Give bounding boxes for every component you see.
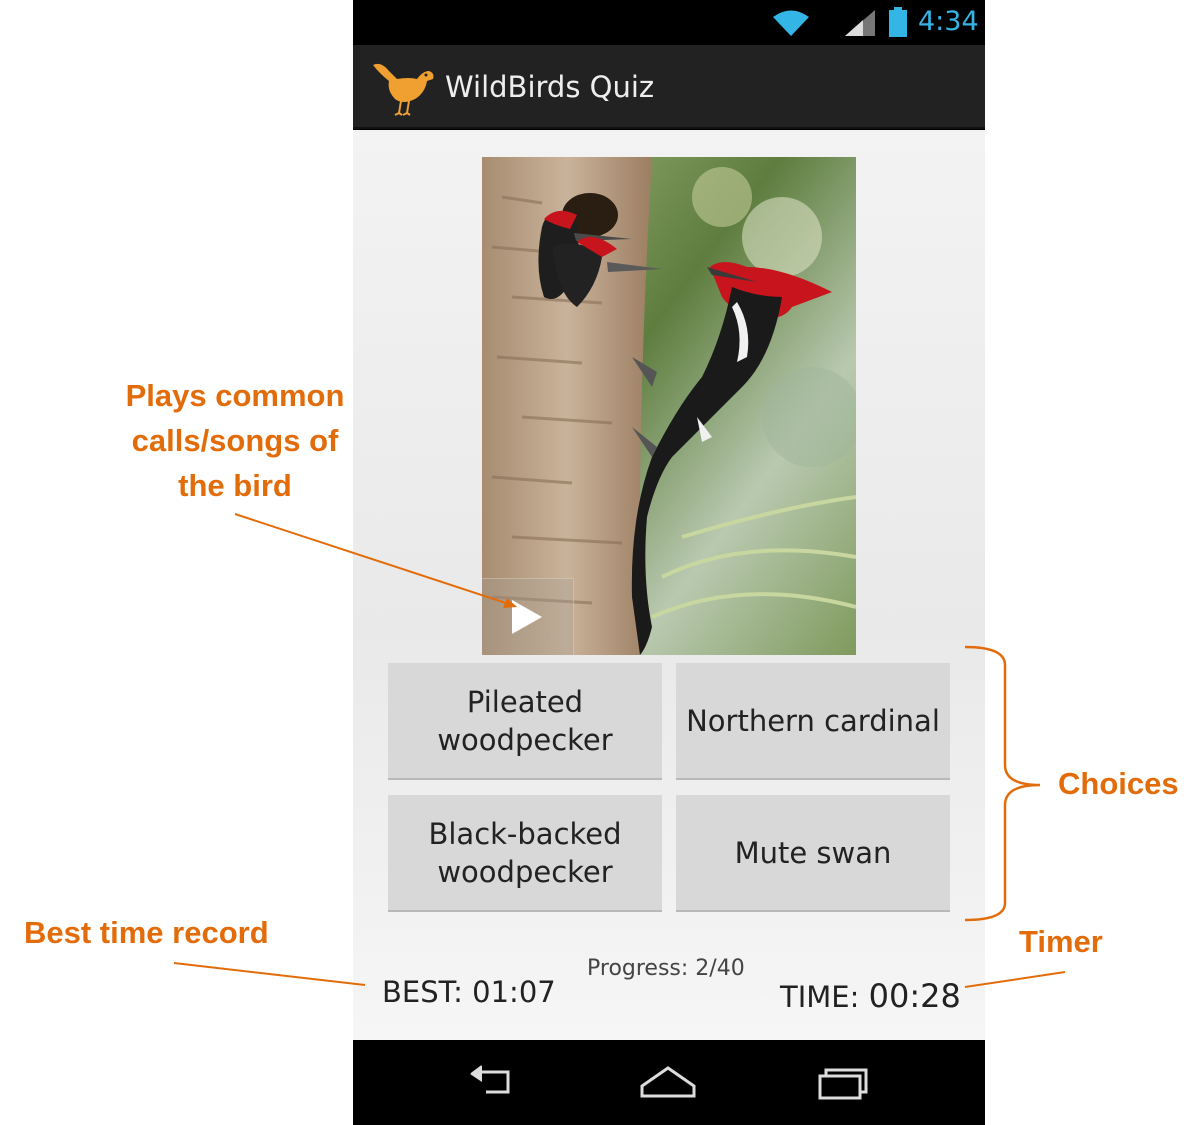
recent-apps-icon[interactable]: [814, 1062, 874, 1102]
clock: 4:34: [918, 6, 979, 37]
time-label: TIME:: [780, 980, 860, 1014]
choice-button-2[interactable]: Northern cardinal: [676, 663, 950, 780]
progress-text: Progress: 2/40: [587, 956, 745, 981]
signal-icon: [845, 10, 875, 36]
best-value: 01:07: [472, 975, 556, 1009]
annotation-plays: Plays common calls/songs of the bird: [125, 378, 345, 503]
choice-button-4[interactable]: Mute swan: [676, 795, 950, 912]
best-label: BEST:: [382, 975, 463, 1009]
home-icon[interactable]: [638, 1062, 698, 1102]
annotation-timer: Timer: [1019, 924, 1103, 959]
annotation-choices: Choices: [1058, 766, 1179, 801]
app-title: WildBirds Quiz: [445, 70, 655, 104]
back-icon[interactable]: [464, 1062, 524, 1102]
choice-button-3[interactable]: Black-backed woodpecker: [388, 795, 662, 912]
status-bar: 4:34: [353, 0, 985, 45]
bird-logo-icon: [373, 63, 434, 116]
action-bar: WildBirds Quiz: [353, 45, 985, 129]
time-value: 00:28: [868, 977, 961, 1015]
timer: TIME: 00:28: [780, 977, 961, 1015]
annotation-best: Best time record: [24, 915, 269, 950]
play-icon: [512, 600, 542, 634]
play-sound-button[interactable]: [482, 578, 574, 655]
best-pointer-line: [173, 962, 366, 986]
choice-button-1[interactable]: Pileated woodpecker: [388, 663, 662, 780]
quiz-content: Pileated woodpecker Northern cardinal Bl…: [353, 130, 985, 1040]
best-time: BEST: 01:07: [382, 975, 556, 1009]
nav-bar: [353, 1040, 985, 1125]
battery-icon: [889, 7, 907, 37]
phone-screen: 4:34 WildBirds Quiz Pileated woodpecker …: [353, 0, 985, 1125]
wifi-icon: [773, 10, 809, 36]
